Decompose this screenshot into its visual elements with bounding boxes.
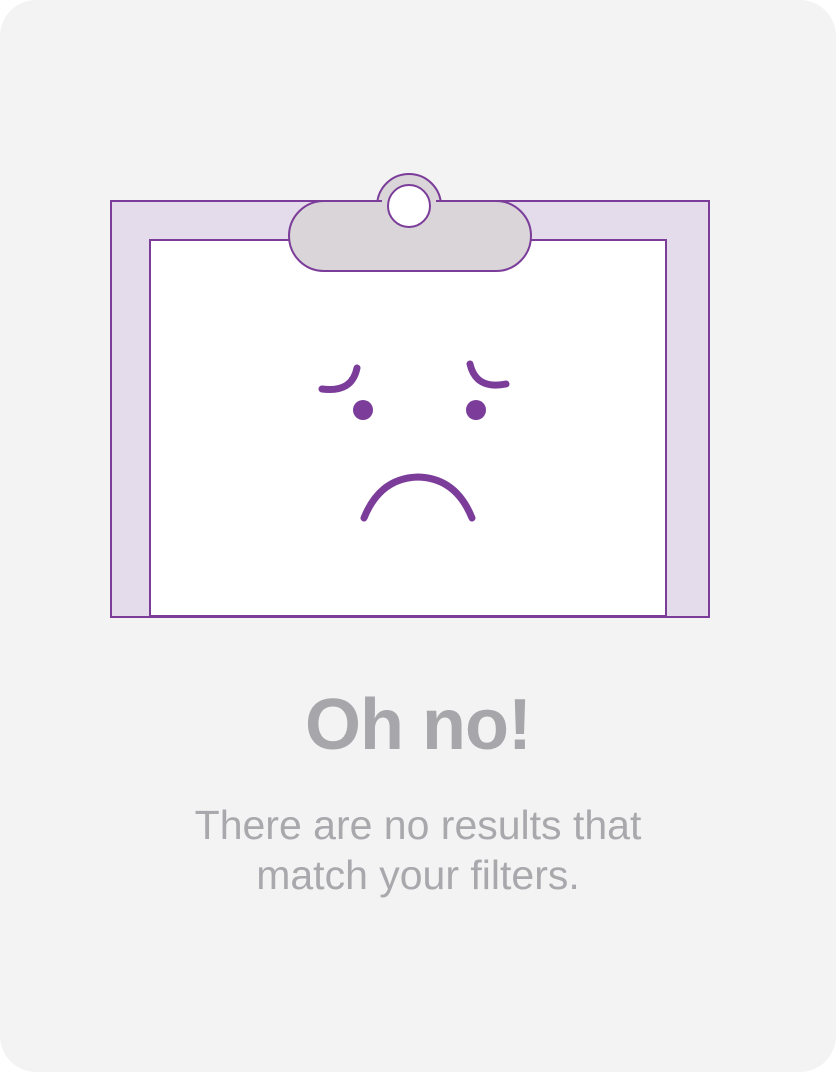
empty-state-card: Oh no! There are no results that match y… <box>0 0 836 1072</box>
left-eye <box>353 400 373 420</box>
clip-hole <box>387 184 431 228</box>
empty-state-message: There are no results that match your fil… <box>194 802 642 898</box>
sad-clipboard-icon <box>110 173 710 618</box>
clipboard-paper <box>149 239 667 617</box>
right-eye <box>466 400 486 420</box>
empty-state-title: Oh no! <box>305 685 532 765</box>
